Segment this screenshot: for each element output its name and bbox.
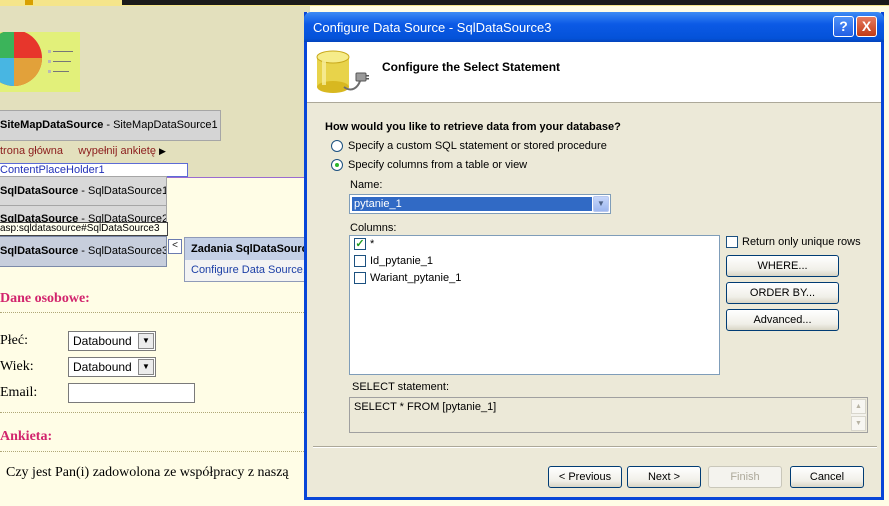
checkbox[interactable] bbox=[354, 272, 366, 285]
help-button[interactable]: ? bbox=[833, 16, 854, 37]
radio-table-view[interactable]: Specify columns from a table or view bbox=[331, 159, 528, 172]
email-input[interactable] bbox=[68, 383, 195, 403]
advanced-button[interactable]: Advanced... bbox=[726, 309, 839, 331]
control-type: SqlDataSource bbox=[0, 185, 79, 197]
configure-data-source-link[interactable]: Configure Data Source... bbox=[185, 260, 305, 280]
smart-tag-tasks-panel: Zadania SqlDataSource Configure Data Sou… bbox=[184, 237, 306, 282]
finish-button[interactable]: Finish bbox=[708, 466, 782, 488]
site-logo-pie-chart bbox=[0, 32, 80, 92]
name-selected-value: pytanie_1 bbox=[352, 197, 592, 211]
section-title-survey: Ankieta: bbox=[0, 429, 53, 444]
checkbox[interactable] bbox=[726, 236, 738, 249]
next-button[interactable]: Next > bbox=[627, 466, 701, 488]
radio-label: Specify a custom SQL statement or stored… bbox=[348, 140, 607, 152]
unique-rows-option[interactable]: Return only unique rows bbox=[726, 236, 861, 249]
footer-separator bbox=[313, 446, 877, 448]
radio-button[interactable] bbox=[331, 159, 343, 172]
column-label: Id_pytanie_1 bbox=[370, 255, 433, 267]
select-statement-text: SELECT * FROM [pytanie_1] bbox=[354, 401, 497, 413]
dropdown-value: Databound bbox=[73, 360, 132, 374]
content-placeholder-label[interactable]: ContentPlaceHolder1 (niestandardowy) bbox=[0, 163, 188, 188]
close-button[interactable]: X bbox=[856, 16, 877, 37]
where-button[interactable]: WHERE... bbox=[726, 255, 839, 277]
column-item[interactable]: ✓ * bbox=[354, 238, 375, 251]
scrollbar[interactable]: ▲ ▼ bbox=[851, 399, 866, 431]
divider bbox=[0, 412, 310, 413]
column-label: * bbox=[370, 238, 375, 250]
control-id: SiteMapDataSource1 bbox=[113, 119, 218, 131]
survey-question: Czy jest Pan(i) zadowolona ze współpracy… bbox=[6, 465, 289, 480]
name-combobox[interactable]: pytanie_1 ▼ bbox=[349, 194, 611, 214]
breadcrumb-survey[interactable]: wypełnij ankietę bbox=[78, 145, 156, 157]
sitemap-datasource-control[interactable]: SiteMapDataSource - SiteMapDataSource1 bbox=[0, 110, 221, 141]
breadcrumb-arrow-icon: ▶ bbox=[159, 146, 166, 156]
select-statement-box[interactable]: SELECT * FROM [pytanie_1] ▲ ▼ bbox=[349, 397, 868, 433]
breadcrumb: trona główna wypełnij ankietę ▶ bbox=[0, 145, 166, 157]
order-by-button[interactable]: ORDER BY... bbox=[726, 282, 839, 304]
gender-label: Płeć: bbox=[0, 333, 28, 348]
column-label: Wariant_pytanie_1 bbox=[370, 272, 462, 284]
dropdown-arrow-icon: ▼ bbox=[138, 359, 154, 375]
smart-tag-chevron-icon[interactable]: < bbox=[168, 239, 182, 254]
sqldatasource3-control[interactable]: SqlDataSource - SqlDataSource3 bbox=[0, 236, 167, 267]
sqldatasource1-control[interactable]: SqlDataSource - SqlDataSource1 bbox=[0, 176, 167, 207]
scroll-down-icon[interactable]: ▼ bbox=[851, 416, 866, 431]
checkbox[interactable] bbox=[354, 255, 366, 268]
age-label: Wiek: bbox=[0, 359, 34, 374]
previous-button[interactable]: < Previous bbox=[548, 466, 622, 488]
dropdown-arrow-icon: ▼ bbox=[138, 333, 154, 349]
gender-dropdown[interactable]: Databound ▼ bbox=[68, 331, 156, 351]
step-title: Configure the Select Statement bbox=[382, 60, 561, 74]
radio-label: Specify columns from a table or view bbox=[348, 159, 528, 171]
configure-data-source-dialog: Configure Data Source - SqlDataSource3 ?… bbox=[304, 12, 884, 500]
divider bbox=[0, 312, 310, 313]
column-item[interactable]: Wariant_pytanie_1 bbox=[354, 272, 462, 285]
divider bbox=[0, 451, 310, 452]
radio-custom-sql[interactable]: Specify a custom SQL statement or stored… bbox=[331, 140, 607, 153]
control-type: SqlDataSource bbox=[0, 245, 79, 257]
dialog-title: Configure Data Source - SqlDataSource3 bbox=[313, 20, 552, 35]
control-tooltip: asp:sqldatasource#SqlDataSource3 bbox=[0, 222, 168, 236]
toolbar-marker bbox=[25, 0, 33, 5]
control-type: SiteMapDataSource bbox=[0, 119, 104, 131]
database-icon bbox=[316, 50, 369, 93]
retrieve-question: How would you like to retrieve data from… bbox=[325, 121, 621, 133]
dark-toolbar-band bbox=[122, 0, 889, 5]
section-title-personal: Dane osobowe: bbox=[0, 291, 90, 306]
columns-list[interactable]: ✓ * Id_pytanie_1 Wariant_pytanie_1 bbox=[349, 235, 720, 375]
tasks-header: Zadania SqlDataSource bbox=[185, 238, 305, 260]
radio-button[interactable] bbox=[331, 140, 343, 153]
age-dropdown[interactable]: Databound ▼ bbox=[68, 357, 156, 377]
columns-label: Columns: bbox=[350, 222, 397, 234]
scroll-up-icon[interactable]: ▲ bbox=[851, 399, 866, 414]
unique-rows-label: Return only unique rows bbox=[742, 236, 861, 248]
control-id: SqlDataSource3 bbox=[88, 245, 167, 257]
cancel-button[interactable]: Cancel bbox=[790, 466, 864, 488]
select-statement-label: SELECT statement: bbox=[352, 381, 450, 393]
checkbox-checked[interactable]: ✓ bbox=[354, 238, 366, 251]
chevron-down-icon[interactable]: ▼ bbox=[593, 196, 609, 212]
dialog-titlebar[interactable]: Configure Data Source - SqlDataSource3 ?… bbox=[304, 12, 884, 42]
control-id: SqlDataSource1 bbox=[88, 185, 167, 197]
column-item[interactable]: Id_pytanie_1 bbox=[354, 255, 433, 268]
dropdown-value: Databound bbox=[73, 334, 132, 348]
name-label: Name: bbox=[350, 179, 383, 191]
dialog-header: Configure the Select Statement bbox=[307, 42, 881, 103]
email-label: Email: bbox=[0, 385, 38, 400]
breadcrumb-home[interactable]: trona główna bbox=[0, 145, 63, 157]
